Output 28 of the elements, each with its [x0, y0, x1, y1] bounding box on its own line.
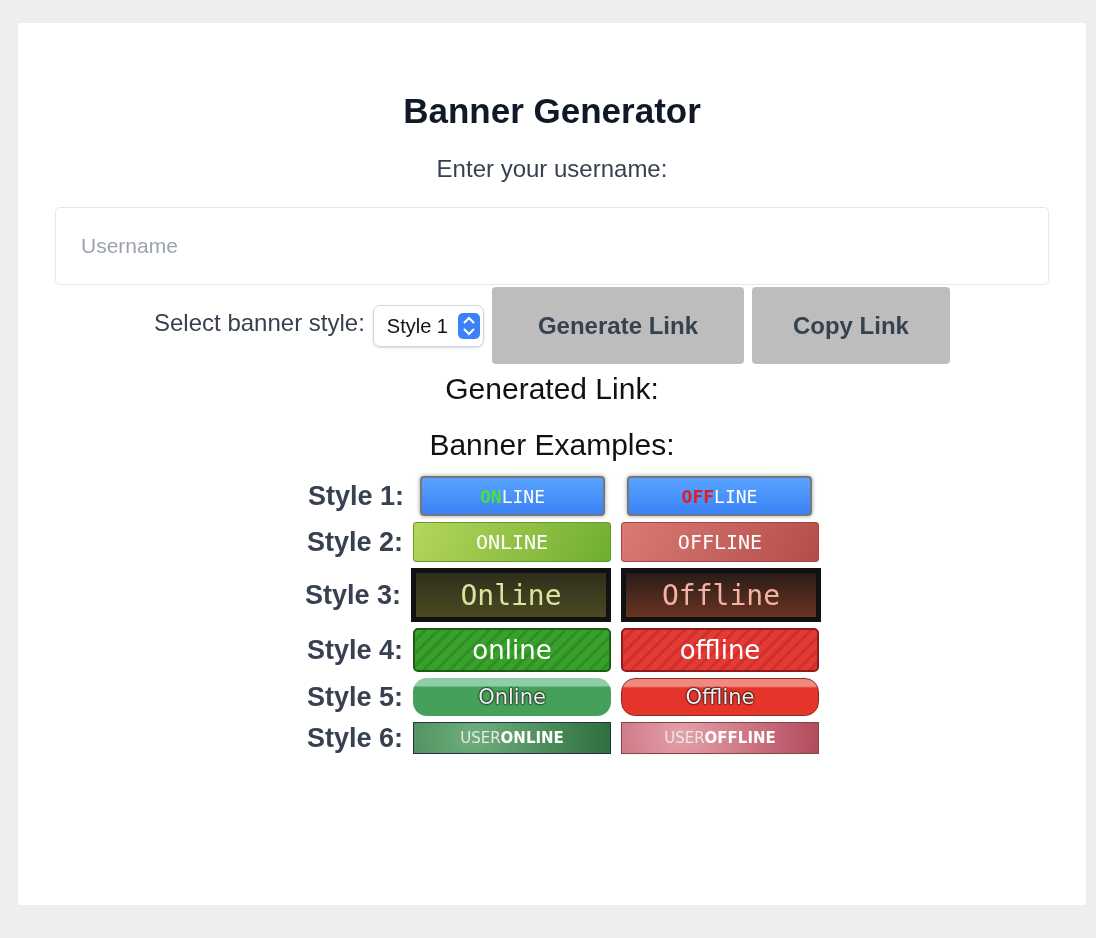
- online-banner: USERONLINE: [413, 722, 611, 754]
- offline-banner: Offline: [621, 678, 819, 716]
- style-select[interactable]: Style 1: [372, 305, 484, 347]
- online-banner: online: [413, 628, 611, 672]
- chevron-icon: [457, 313, 480, 339]
- action-button[interactable]: Generate Link: [491, 287, 744, 364]
- style-label: Style 4:: [305, 634, 403, 666]
- style-label: Style 6:: [305, 722, 403, 754]
- online-banner: ONLINE: [413, 522, 611, 562]
- offline-banner: OFFLINE: [627, 476, 812, 516]
- online-banner: Online: [411, 568, 611, 622]
- offline-banner: Offline: [621, 568, 821, 622]
- style-label: Style 1:: [306, 480, 404, 512]
- generated-link-label: Generated Link:: [445, 372, 659, 406]
- style-label: Select banner style:: [154, 309, 365, 337]
- offline-banner: USEROFFLINE: [621, 722, 819, 754]
- username-label: Enter your username:: [436, 155, 668, 183]
- style-label: Style 5:: [305, 681, 403, 713]
- offline-banner: OFFLINE: [621, 522, 819, 562]
- offline-banner: offline: [621, 628, 819, 672]
- style-label: Style 2:: [305, 526, 403, 558]
- username-field[interactable]: Username: [55, 207, 1049, 285]
- page-title: Banner Generator: [403, 91, 701, 131]
- examples-heading: Banner Examples:: [429, 428, 675, 462]
- online-banner: Online: [413, 678, 611, 716]
- action-button[interactable]: Copy Link: [751, 287, 950, 364]
- online-banner: ONLINE: [420, 476, 605, 516]
- style-label: Style 3:: [303, 579, 401, 611]
